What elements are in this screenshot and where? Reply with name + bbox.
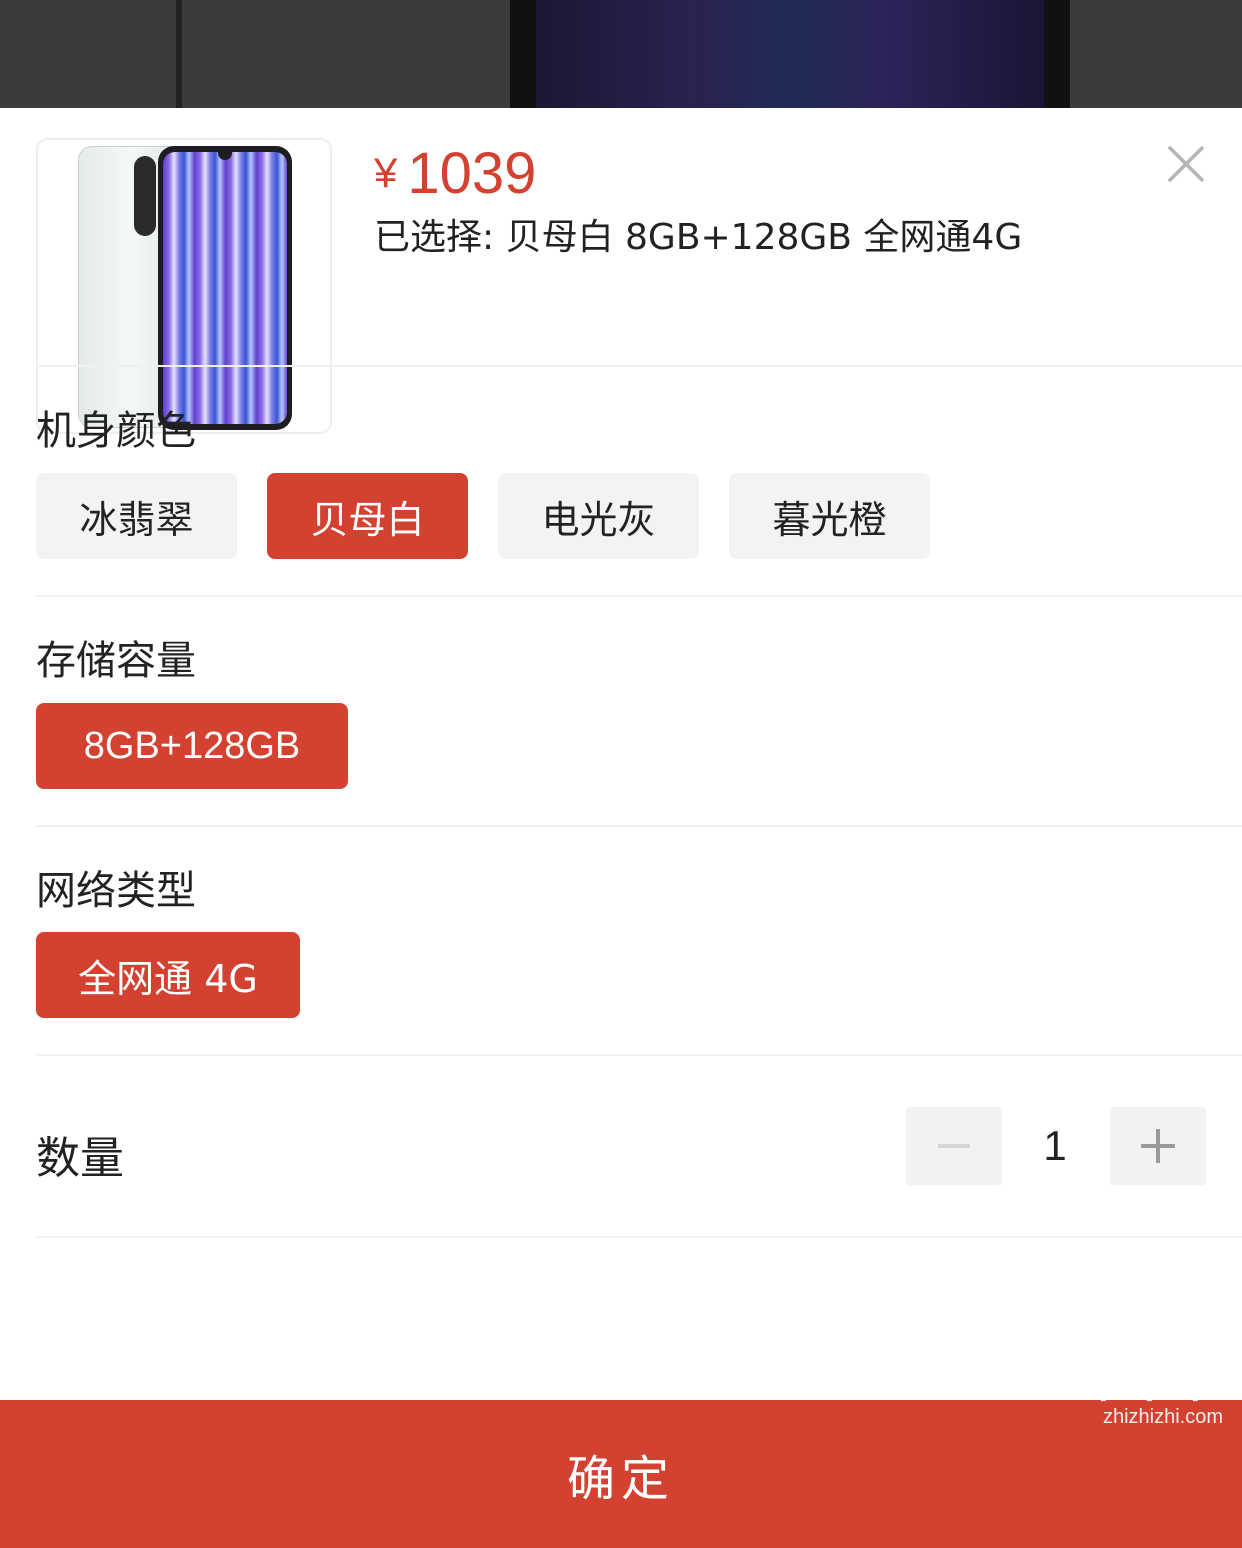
divider (36, 595, 1242, 597)
quantity-decrease-button[interactable] (906, 1107, 1002, 1185)
option-color-2-selected[interactable]: 贝母白 (267, 473, 468, 559)
watermark-brand: 值值值 (1093, 1352, 1234, 1408)
phone-camera-module (134, 156, 156, 236)
option-storage-selected[interactable]: 8GB+128GB (36, 703, 348, 789)
close-button[interactable] (1160, 138, 1212, 190)
divider (36, 1236, 1242, 1238)
price-value: 1039 (407, 141, 537, 206)
divider (36, 365, 1242, 367)
phone-front-image (158, 146, 292, 430)
backdrop-stripe (176, 0, 182, 108)
watermark: 值值值 zhizhizhi.com (1093, 1352, 1234, 1428)
plus-icon (1141, 1129, 1175, 1163)
section-title-color: 机身颜色 (36, 408, 196, 454)
watermark-domain: zhizhizhi.com (1102, 1406, 1224, 1428)
option-color-1[interactable]: 冰翡翠 (36, 473, 237, 559)
divider (36, 1054, 1242, 1056)
option-color-4[interactable]: 暮光橙 (729, 473, 930, 559)
quantity-value[interactable]: 1 (1020, 1122, 1090, 1170)
option-color-3[interactable]: 电光灰 (498, 473, 699, 559)
selected-summary: 已选择: 贝母白 8GB+128GB 全网通4G (374, 217, 1023, 258)
product-price: ¥1039 (374, 140, 536, 207)
divider (36, 825, 1242, 827)
close-icon (1168, 146, 1204, 182)
option-network-selected[interactable]: 全网通 4G (36, 932, 300, 1018)
quantity-increase-button[interactable] (1110, 1107, 1206, 1185)
price-currency: ¥ (374, 149, 398, 196)
page-backdrop (0, 0, 1242, 108)
sku-selector-sheet: ¥1039 已选择: 贝母白 8GB+128GB 全网通4G 机身颜色 冰翡翠 … (0, 108, 1242, 1548)
backdrop-phone-image (510, 0, 1070, 108)
confirm-button[interactable]: 确定 (0, 1400, 1242, 1548)
quantity-label: 数量 (36, 1133, 124, 1184)
product-thumbnail (36, 138, 332, 434)
section-title-storage: 存储容量 (36, 638, 196, 684)
minus-icon (938, 1144, 970, 1148)
section-title-network: 网络类型 (36, 868, 196, 914)
